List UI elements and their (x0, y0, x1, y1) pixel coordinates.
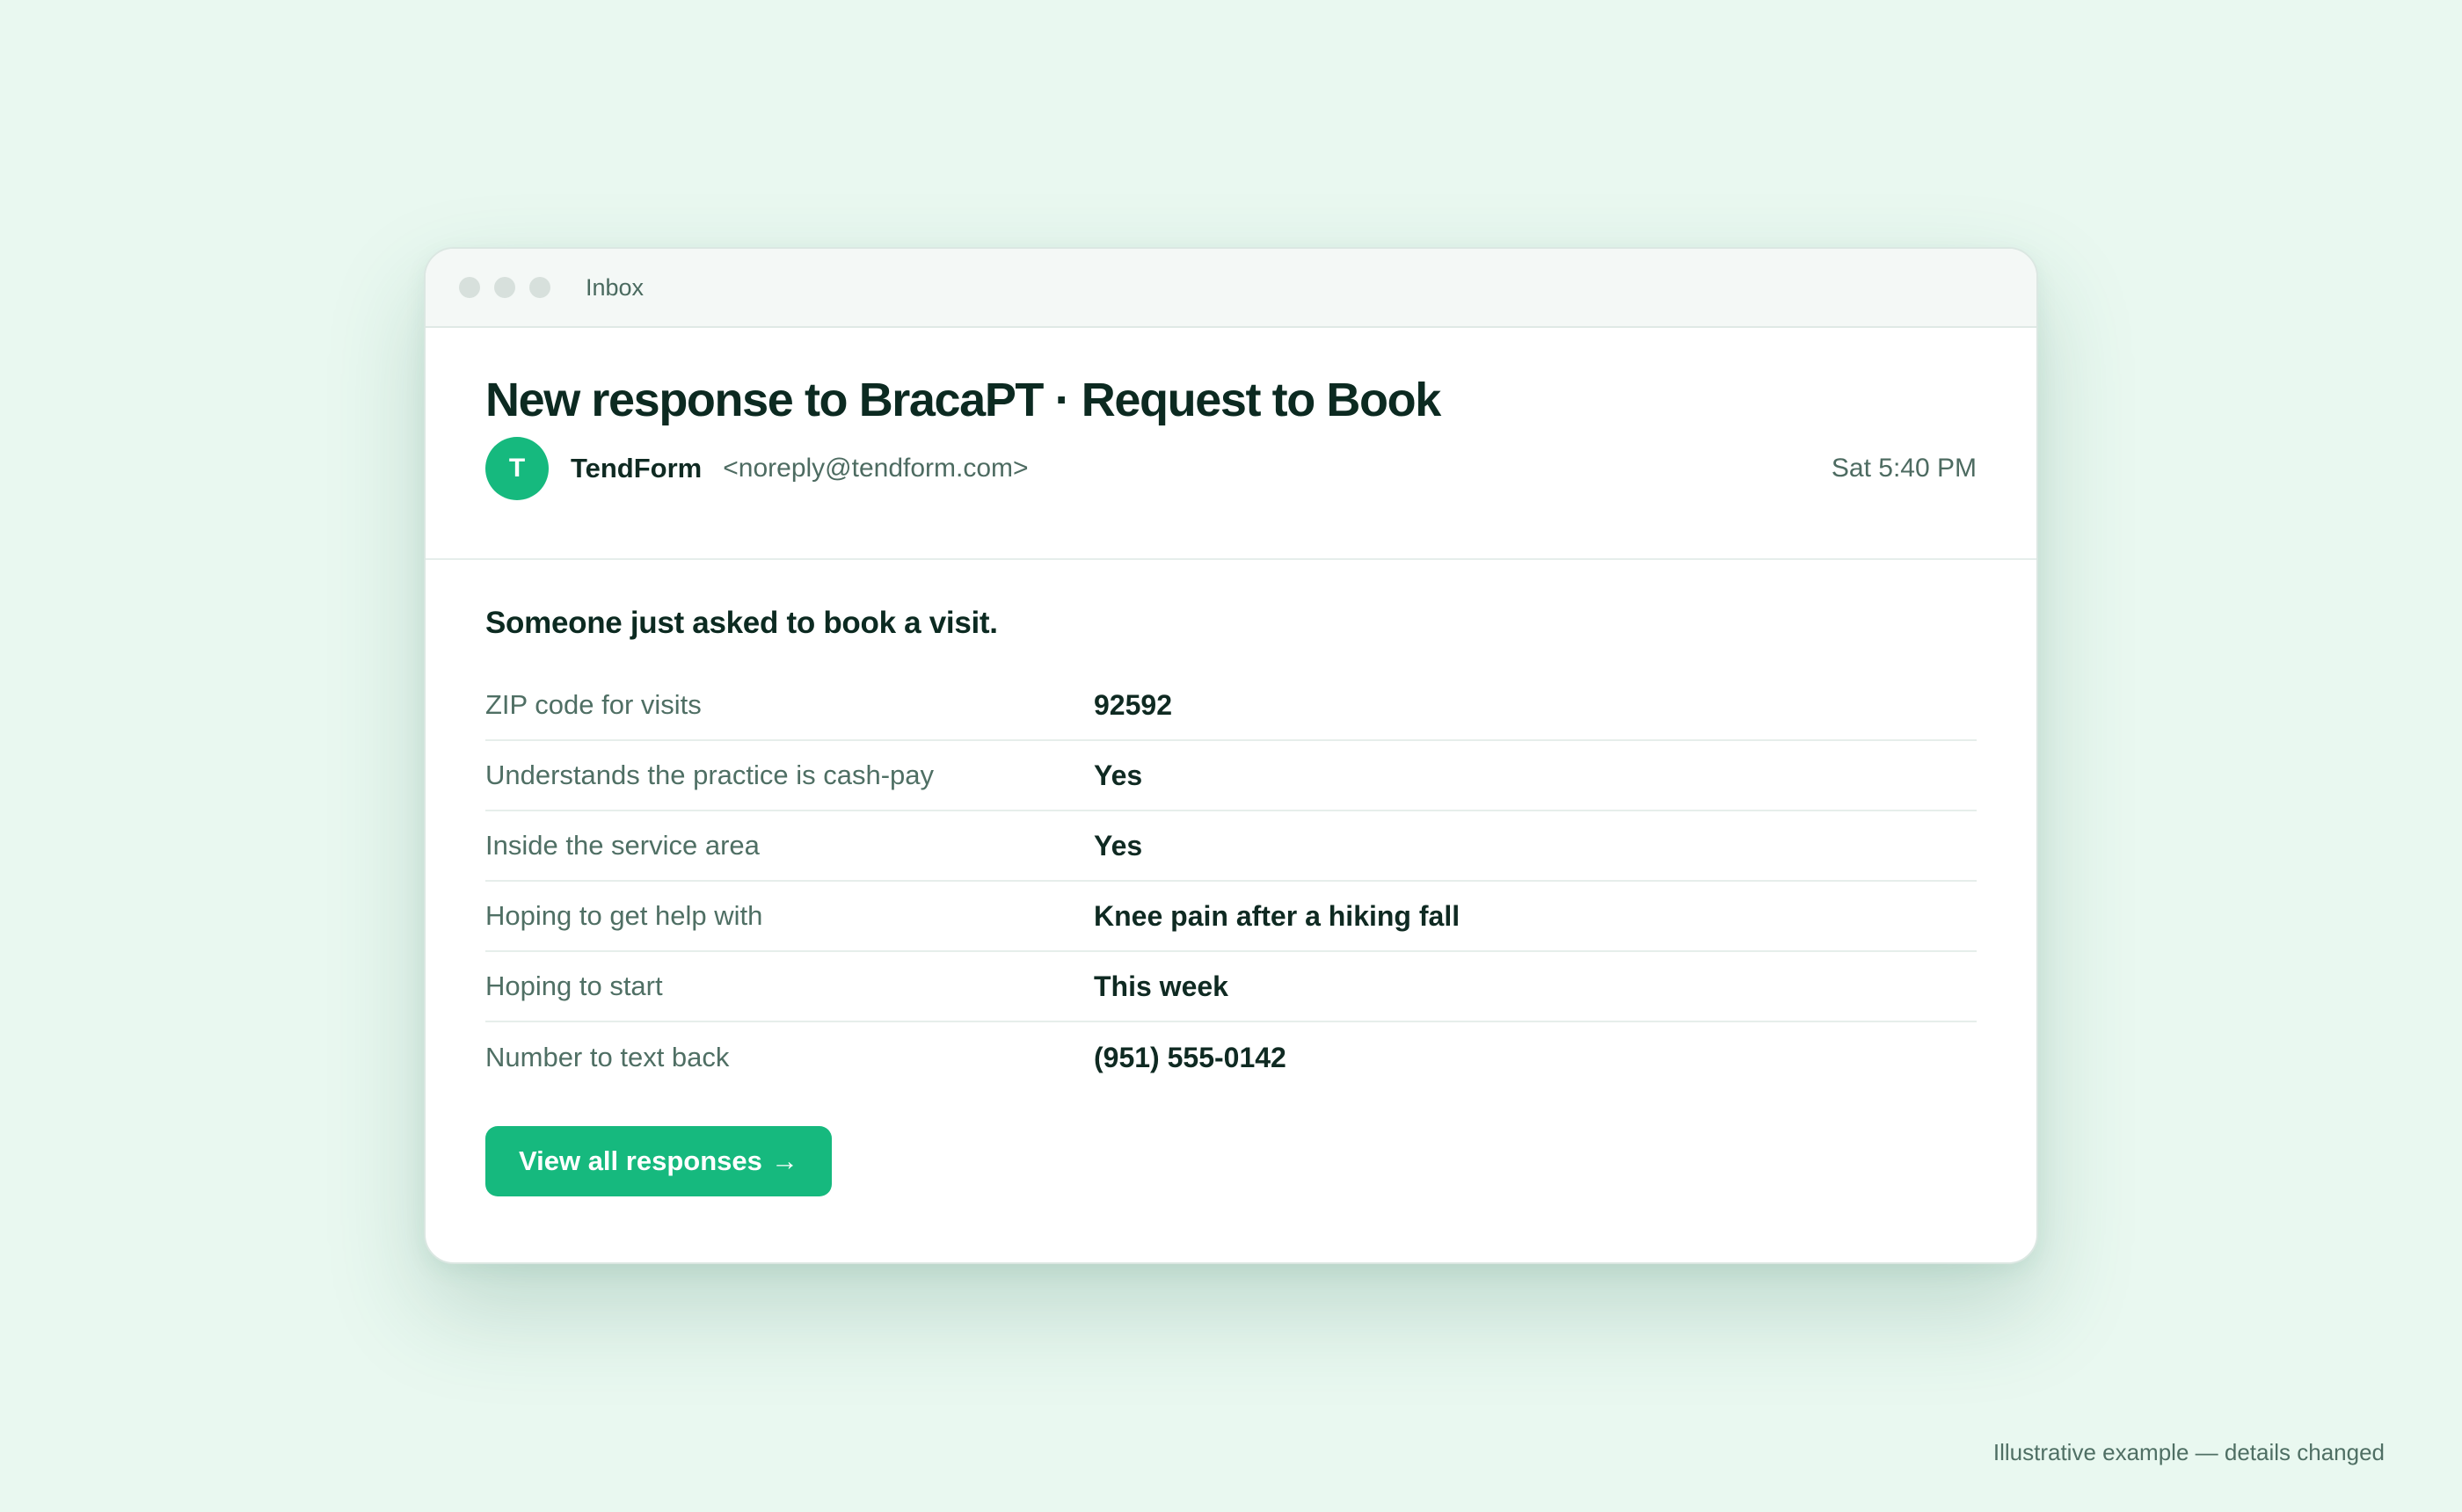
window-title: Inbox (586, 273, 645, 301)
field-value: Knee pain after a hiking fall (1094, 899, 1460, 932)
field-value: This week (1094, 970, 1228, 1002)
field-value: Yes (1094, 759, 1143, 791)
field-label: Hoping to get help with (485, 900, 763, 931)
response-fields: ZIP code for visits 92592 Understands th… (485, 671, 1977, 1093)
field-value: 92592 (1094, 688, 1172, 721)
field-row-start: Hoping to start This week (485, 952, 1977, 1022)
window-close-dot-icon[interactable] (459, 277, 480, 298)
field-row-phone: Number to text back (951) 555-0142 (485, 1022, 1977, 1093)
view-all-responses-label: View all responses (519, 1145, 762, 1176)
arrow-right-icon: → (770, 1145, 798, 1176)
field-value: Yes (1094, 829, 1143, 861)
field-value: (951) 555-0142 (1094, 1041, 1286, 1073)
field-row-service-area: Inside the service area Yes (485, 811, 1977, 882)
field-label: Understands the practice is cash-pay (485, 760, 935, 790)
email-lead-text: Someone just asked to book a visit. (485, 606, 998, 640)
window-zoom-dot-icon[interactable] (529, 277, 550, 298)
email-window: Inbox New response to BracaPT · Request … (424, 247, 2038, 1264)
email-timestamp: Sat 5:40 PM (1831, 454, 1977, 483)
sender-email: <noreply@tendform.com> (723, 454, 1029, 483)
field-label: Number to text back (485, 1042, 730, 1072)
field-label: Inside the service area (485, 830, 760, 861)
window-titlebar: Inbox (426, 249, 2036, 328)
field-row-cash-pay: Understands the practice is cash-pay Yes (485, 741, 1977, 811)
view-all-responses-button[interactable]: View all responses → (485, 1126, 832, 1196)
sender-row: T TendForm <noreply@tendform.com> Sat 5:… (485, 437, 1977, 500)
field-label: Hoping to start (485, 970, 663, 1001)
sender-avatar: T (485, 437, 549, 500)
field-row-zip: ZIP code for visits 92592 (485, 671, 1977, 741)
field-row-help-with: Hoping to get help with Knee pain after … (485, 882, 1977, 952)
window-minimize-dot-icon[interactable] (494, 277, 515, 298)
sender-name: TendForm (571, 453, 703, 483)
field-label: ZIP code for visits (485, 689, 702, 720)
email-subject: New response to BracaPT · Request to Boo… (485, 374, 1441, 426)
footnote: Illustrative example — details changed (1992, 1439, 2385, 1465)
email-header: New response to BracaPT · Request to Boo… (426, 328, 2036, 560)
email-body: Someone just asked to book a visit. ZIP … (426, 560, 2036, 1196)
